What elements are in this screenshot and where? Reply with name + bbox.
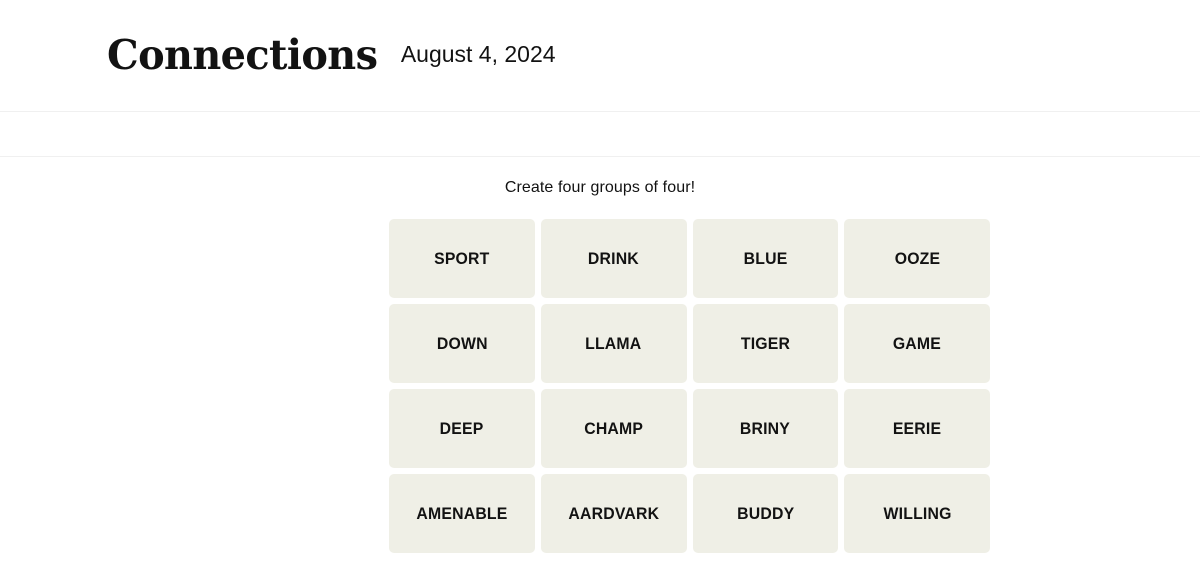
- word-tile[interactable]: BUDDY: [692, 474, 839, 553]
- word-tile-label: OOZE: [894, 248, 940, 268]
- word-tile-grid: SPORT DRINK BLUE OOZE DOWN LLAMA TIGER G…: [389, 219, 990, 553]
- puzzle-date: August 4, 2024: [400, 41, 556, 67]
- word-tile-label: WILLING: [883, 503, 952, 523]
- word-tile-label: SPORT: [434, 248, 490, 268]
- word-tile[interactable]: AARDVARK: [540, 474, 687, 553]
- word-tile-label: TIGER: [740, 333, 790, 353]
- instruction-text: Create four groups of four!: [504, 179, 696, 196]
- word-tile-label: BUDDY: [736, 503, 794, 523]
- word-tile-label: BLUE: [743, 248, 788, 268]
- word-tile[interactable]: DEEP: [389, 389, 535, 468]
- word-tile-label: LLAMA: [585, 333, 642, 353]
- connections-page: Connections August 4, 2024 Create four g…: [0, 0, 1200, 571]
- word-tile[interactable]: DOWN: [389, 304, 535, 383]
- word-tile[interactable]: WILLING: [844, 474, 990, 553]
- word-tile[interactable]: BRINY: [692, 389, 839, 468]
- word-tile-label: CHAMP: [584, 418, 644, 438]
- word-tile-label: DRINK: [588, 248, 640, 268]
- word-tile[interactable]: GAME: [844, 304, 990, 383]
- word-tile[interactable]: AMENABLE: [389, 474, 535, 553]
- word-tile[interactable]: SPORT: [389, 219, 535, 298]
- word-tile-label: DOWN: [436, 333, 488, 353]
- word-tile-label: AARDVARK: [568, 503, 660, 523]
- word-tile[interactable]: OOZE: [844, 219, 990, 298]
- game-board: Create four groups of four! SPORT DRINK …: [0, 157, 1200, 571]
- word-tile-label: EERIE: [892, 418, 942, 438]
- word-tile[interactable]: TIGER: [692, 304, 839, 383]
- page-title: Connections: [107, 31, 378, 79]
- word-tile-label: GAME: [893, 333, 942, 353]
- word-tile[interactable]: DRINK: [540, 219, 687, 298]
- word-tile[interactable]: EERIE: [844, 389, 990, 468]
- word-tile-label: DEEP: [439, 418, 484, 438]
- nav-strip: [0, 111, 1200, 157]
- word-tile[interactable]: BLUE: [692, 219, 839, 298]
- word-tile-label: BRINY: [740, 418, 791, 438]
- masthead: Connections August 4, 2024: [0, 0, 1200, 111]
- word-tile[interactable]: LLAMA: [540, 304, 687, 383]
- word-tile-label: AMENABLE: [416, 503, 508, 523]
- word-tile[interactable]: CHAMP: [540, 389, 687, 468]
